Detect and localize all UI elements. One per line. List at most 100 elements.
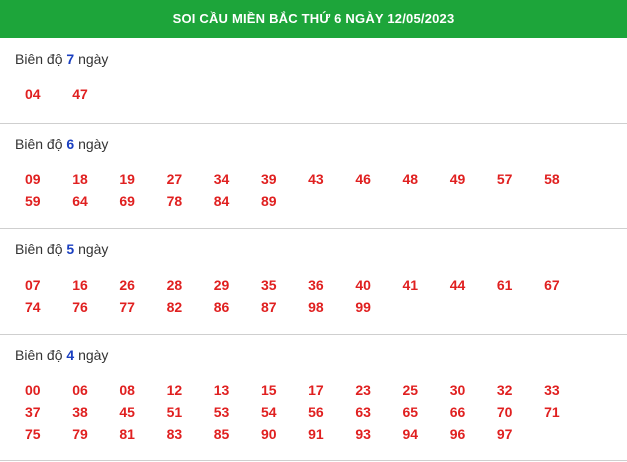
number-row: 09 18 19 27 34 39 43 46 48 49 57 58 <box>25 168 627 190</box>
number-grid: 00 06 08 12 13 15 17 23 25 30 32 33 37 38 45 51 53 54 56 63… <box>0 379 627 445</box>
lottery-number: 19 <box>119 171 135 187</box>
lottery-number: 75 <box>25 426 41 442</box>
lottery-number: 35 <box>260 277 277 293</box>
lottery-number: 00 <box>25 382 41 398</box>
number-row: 00 06 08 12 13 15 17 23 25 30 32 33 <box>25 379 627 401</box>
lottery-number: 48 <box>402 171 419 187</box>
lottery-number: 58 <box>544 171 560 187</box>
lottery-number: 70 <box>496 404 513 420</box>
lottery-number: 13 <box>213 382 230 398</box>
number-row: 37 38 45 51 53 54 56 63 65 66 70 71 <box>25 401 627 423</box>
section-title: Biên độ 7 ngày <box>15 51 109 67</box>
amplitude-value: 4 <box>66 347 75 363</box>
lottery-number: 16 <box>72 277 88 293</box>
lottery-number: 36 <box>308 277 324 293</box>
lottery-number: 41 <box>402 277 419 293</box>
section-title: Biên độ 5 ngày <box>15 241 109 257</box>
number-grid: 07 16 26 28 29 35 36 40 41 44 61 67 74 76 77 82 86 87 98 99 <box>0 274 627 318</box>
lottery-number: 59 <box>25 193 41 209</box>
lottery-number: 84 <box>213 193 230 209</box>
lottery-number: 94 <box>402 426 419 442</box>
lottery-number: 65 <box>402 404 419 420</box>
lottery-number: 45 <box>119 404 135 420</box>
lottery-number: 39 <box>260 171 277 187</box>
lottery-number: 30 <box>449 382 466 398</box>
lottery-number: 91 <box>308 426 324 442</box>
section-amplitude-4: Biên độ 4 ngày 00 06 08 12 13 15 17 23 25 30 32 33 3… <box>0 335 627 461</box>
lottery-number: 40 <box>355 277 371 293</box>
lottery-number: 08 <box>119 382 135 398</box>
lottery-number: 23 <box>355 382 371 398</box>
section-amplitude-6: Biên độ 6 ngày 09 18 19 27 34 39 43 46 48 49 57 58 5… <box>0 124 627 229</box>
lottery-number: 86 <box>213 299 230 315</box>
number-row: 07 16 26 28 29 35 36 40 41 44 61 67 <box>25 274 627 296</box>
lottery-number: 06 <box>72 382 88 398</box>
lottery-number: 26 <box>119 277 135 293</box>
amplitude-value: 5 <box>66 241 75 257</box>
lottery-number: 83 <box>166 426 183 442</box>
section-amplitude-5: Biên độ 5 ngày 07 16 26 28 29 35 36 40 41 44 61 67 7… <box>0 229 627 335</box>
lottery-number: 89 <box>260 193 277 209</box>
lottery-number: 57 <box>496 171 513 187</box>
number-row: 74 76 77 82 86 87 98 99 <box>25 296 627 318</box>
lottery-number: 79 <box>72 426 88 442</box>
lottery-number: 15 <box>260 382 277 398</box>
lottery-number: 29 <box>213 277 230 293</box>
lottery-number: 87 <box>260 299 277 315</box>
lottery-number: 61 <box>496 277 513 293</box>
lottery-number: 37 <box>25 404 41 420</box>
lottery-number: 98 <box>308 299 324 315</box>
lottery-number: 18 <box>72 171 88 187</box>
lottery-number: 27 <box>166 171 183 187</box>
lottery-number: 28 <box>166 277 183 293</box>
lottery-number: 77 <box>119 299 135 315</box>
lottery-number: 12 <box>166 382 183 398</box>
lottery-number: 66 <box>449 404 466 420</box>
lottery-number: 90 <box>260 426 277 442</box>
amplitude-value: 6 <box>66 136 75 152</box>
lottery-number: 78 <box>166 193 183 209</box>
amplitude-value: 7 <box>66 51 75 67</box>
lottery-number: 43 <box>308 171 324 187</box>
lottery-number: 53 <box>213 404 230 420</box>
lottery-number: 34 <box>213 171 230 187</box>
lottery-number: 33 <box>544 382 560 398</box>
lottery-number: 63 <box>355 404 371 420</box>
lottery-number: 17 <box>308 382 324 398</box>
number-row: 59 64 69 78 84 89 <box>25 190 627 212</box>
lottery-number: 99 <box>355 299 371 315</box>
number-row: 75 79 81 83 85 90 91 93 94 96 97 <box>25 423 627 445</box>
lottery-number: 81 <box>119 426 135 442</box>
lottery-number: 97 <box>496 426 513 442</box>
lottery-number: 69 <box>119 193 135 209</box>
lottery-number: 47 <box>72 86 88 102</box>
lottery-number: 07 <box>25 277 41 293</box>
lottery-number: 82 <box>166 299 183 315</box>
lottery-number: 76 <box>72 299 88 315</box>
lottery-number: 96 <box>449 426 466 442</box>
lottery-number: 85 <box>213 426 230 442</box>
lottery-number: 74 <box>25 299 41 315</box>
lottery-number: 32 <box>496 382 513 398</box>
lottery-number: 54 <box>260 404 277 420</box>
lottery-number: 71 <box>544 404 560 420</box>
number-row: 04 47 <box>25 83 627 105</box>
lottery-number: 04 <box>25 86 41 102</box>
lottery-number: 25 <box>402 382 419 398</box>
lottery-number: 67 <box>544 277 560 293</box>
number-grid: 09 18 19 27 34 39 43 46 48 49 57 58 59 64 69 78 84 89 <box>0 168 627 212</box>
lottery-number: 49 <box>449 171 466 187</box>
lottery-number: 46 <box>355 171 371 187</box>
lottery-number: 56 <box>308 404 324 420</box>
page-title: SOI CẦU MIỀN BẮC THỨ 6 NGÀY 12/05/2023 <box>172 11 455 26</box>
page-header: SOI CẦU MIỀN BẮC THỨ 6 NGÀY 12/05/2023 <box>0 0 627 38</box>
number-grid: 04 47 <box>0 83 627 105</box>
lottery-number: 93 <box>355 426 371 442</box>
section-title: Biên độ 6 ngày <box>15 136 109 152</box>
lottery-number: 38 <box>72 404 88 420</box>
lottery-number: 44 <box>449 277 466 293</box>
lottery-number: 51 <box>166 404 183 420</box>
section-title: Biên độ 4 ngày <box>15 347 109 363</box>
lottery-number: 09 <box>25 171 41 187</box>
section-amplitude-7: Biên độ 7 ngày 04 47 <box>0 38 627 124</box>
